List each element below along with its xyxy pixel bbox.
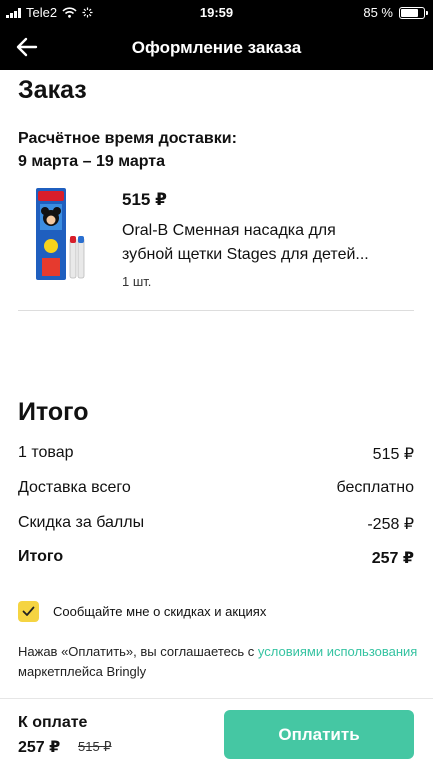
order-title: Заказ [18, 76, 87, 104]
status-bar: Tele2 19:59 85 % [0, 0, 433, 24]
subscribe-label: Сообщайте мне о скидках и акциях [53, 604, 267, 619]
summary-row-value: 257 ₽ [371, 550, 414, 567]
terms-text: Нажав «Оплатить», вы соглашаетесь с усло… [18, 642, 418, 682]
pay-button[interactable]: Оплатить [224, 710, 414, 759]
checkmark-icon [22, 606, 35, 616]
summary-row-label: Скидка за баллы [18, 514, 145, 531]
delivery-label: Расчётное время доставки: [18, 130, 237, 147]
pay-total: 257 ₽ [18, 739, 61, 756]
subscribe-option[interactable]: Сообщайте мне о скидках и акциях [18, 601, 266, 622]
summary-row-value: бесплатно [336, 479, 415, 496]
top-bar: Tele2 19:59 85 % Оформление заказа [0, 0, 433, 70]
terms-link[interactable]: условиями использования [258, 644, 417, 659]
summary-row-label: 1 товар [18, 444, 74, 461]
footer-divider [0, 698, 433, 699]
product-name-line-2: зубной щетки Stages для детей... [122, 246, 369, 263]
terms-text-after: маркетплейса Bringly [18, 664, 147, 679]
summary-row-total: Итого 257 ₽ [18, 548, 414, 568]
summary-row-label: Доставка всего [18, 479, 131, 496]
battery-percent: 85 % [363, 5, 393, 20]
product-image[interactable] [36, 188, 86, 284]
summary-row-value: 515 ₽ [372, 446, 414, 463]
page-title: Оформление заказа [131, 38, 302, 57]
product-quantity: 1 шт. [122, 274, 152, 289]
terms-text-before: Нажав «Оплатить», вы соглашаетесь с [18, 644, 258, 659]
summary-row-items: 1 товар 515 ₽ [18, 444, 414, 464]
summary-row-label: Итого [18, 548, 64, 565]
delivery-dates: 9 марта – 19 марта [18, 153, 166, 170]
battery-icon [399, 6, 428, 19]
product-price: 515 ₽ [122, 190, 167, 209]
subscribe-checkbox[interactable] [18, 601, 39, 622]
pay-old-total: 515 ₽ [78, 739, 112, 754]
pay-label: К оплате [18, 714, 88, 731]
status-right: 85 % [363, 5, 428, 20]
summary-row-delivery: Доставка всего бесплатно [18, 479, 414, 497]
app-header: Оформление заказа [0, 24, 433, 70]
summary-title: Итого [18, 398, 89, 426]
summary-row-discount: Скидка за баллы -258 ₽ [18, 514, 414, 534]
divider [18, 310, 414, 311]
product-name[interactable]: Oral-B Сменная насадка для зубной щетки … [122, 219, 422, 267]
summary-row-value: -258 ₽ [367, 516, 414, 533]
delivery-info: Расчётное время доставки: 9 марта – 19 м… [18, 127, 237, 173]
product-name-line-1: Oral-B Сменная насадка для [122, 222, 336, 239]
